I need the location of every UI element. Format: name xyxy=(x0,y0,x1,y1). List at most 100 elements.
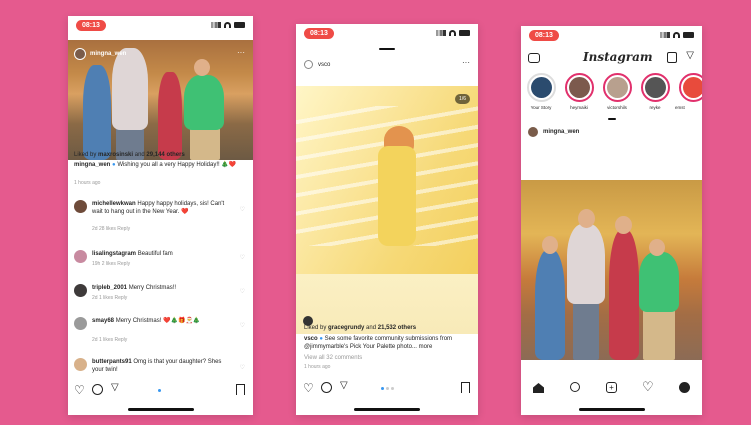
status-icons xyxy=(660,32,694,38)
story-item[interactable] xyxy=(565,73,594,102)
comment-user[interactable]: lisalingstagram xyxy=(92,251,136,257)
battery-icon xyxy=(459,30,470,36)
comment-bubble-icon[interactable] xyxy=(321,382,332,393)
like-heart-icon[interactable]: ♡ xyxy=(303,381,314,395)
search-icon[interactable] xyxy=(570,382,580,392)
post-photo[interactable]: 1/6 xyxy=(296,86,478,334)
profile-icon[interactable] xyxy=(679,382,690,393)
story-item[interactable] xyxy=(603,73,632,102)
photo-figure xyxy=(643,310,675,360)
caption-text: See some favorite community submissions … xyxy=(304,336,453,351)
likes-line: Liked by gracegrundy and 21,532 others xyxy=(304,324,416,332)
post-username[interactable]: vsco xyxy=(318,61,330,69)
liked-user[interactable]: maxrosinski xyxy=(98,152,133,158)
avatar[interactable] xyxy=(74,250,87,263)
heart-icon[interactable]: ♡ xyxy=(240,364,245,371)
caption-text: Wishing you all a very Happy Holiday!! 🎄… xyxy=(117,162,237,168)
phone-post-comments: 08:13 mingna_wen ··· Liked by maxrosinsk… xyxy=(68,16,253,415)
heart-icon[interactable]: ♡ xyxy=(240,322,245,329)
feed-divider xyxy=(607,118,616,120)
photo-figure xyxy=(184,75,224,130)
activity-heart-icon[interactable]: ♡ xyxy=(642,379,654,395)
photo-figure xyxy=(83,65,111,160)
avatar[interactable] xyxy=(74,358,87,371)
status-icons xyxy=(211,22,245,28)
photo-figure xyxy=(639,252,679,312)
status-bar: 08:13 xyxy=(521,30,702,44)
heart-icon[interactable]: ♡ xyxy=(240,254,245,261)
avatar[interactable] xyxy=(528,127,538,137)
story-avatar xyxy=(683,77,702,98)
signal-icon xyxy=(211,22,221,28)
status-icons xyxy=(436,30,470,36)
share-send-icon[interactable]: ▽ xyxy=(340,380,348,391)
post-time: 1 hours ago xyxy=(74,180,101,186)
verified-icon: ● xyxy=(112,162,116,168)
home-indicator xyxy=(354,408,420,411)
story-label: reyke xyxy=(649,105,661,110)
carousel-dots xyxy=(381,387,394,390)
story-avatar xyxy=(645,77,666,98)
story-item[interactable] xyxy=(641,73,670,102)
direct-message-icon[interactable]: ▽ xyxy=(686,50,694,61)
avatar[interactable] xyxy=(74,48,86,60)
bookmark-icon[interactable] xyxy=(461,382,470,393)
comment: michellewkwan Happy happy holidays, sis!… xyxy=(92,200,232,216)
comment-meta[interactable]: 2d 28 likes Reply xyxy=(92,226,130,233)
likes-count[interactable]: 29,144 others xyxy=(146,152,184,158)
likes-count[interactable]: 21,532 others xyxy=(378,325,416,331)
comment-meta[interactable]: 2d 1 likes Reply xyxy=(92,337,127,344)
story-label: heymaiki xyxy=(570,105,588,110)
comment-user[interactable]: smay68 xyxy=(92,318,114,324)
comment: smay68 Merry Christmas! ❤️🎄🎁🎅🎄 xyxy=(92,317,232,325)
comment-meta[interactable]: 19h 2 likes Reply xyxy=(92,261,130,268)
story-item[interactable] xyxy=(527,73,556,102)
story-item[interactable] xyxy=(679,73,702,102)
likes-and: and xyxy=(366,325,377,331)
post-username[interactable]: mingna_wen xyxy=(90,50,126,58)
status-time: 08:13 xyxy=(76,20,106,31)
carousel-dots xyxy=(158,389,161,392)
photo-figure xyxy=(112,48,148,130)
likes-and: and xyxy=(134,152,145,158)
signal-icon xyxy=(436,30,446,36)
view-all-comments[interactable]: View all 32 comments xyxy=(304,354,362,362)
story-avatar xyxy=(531,77,552,98)
photo-figure xyxy=(194,59,210,76)
signal-icon xyxy=(660,32,670,38)
heart-icon[interactable]: ♡ xyxy=(240,206,245,213)
photo-figure xyxy=(535,250,565,360)
post-photo[interactable] xyxy=(521,180,702,360)
photo-figure xyxy=(649,239,665,256)
caption-user[interactable]: mingna_wen xyxy=(74,162,110,168)
liked-user[interactable]: gracegrundy xyxy=(328,325,364,331)
comment-meta[interactable]: 2d 1 likes Reply xyxy=(92,295,127,302)
story-label: emst xyxy=(675,105,685,110)
status-bar: 08:13 xyxy=(296,28,478,42)
story-avatar xyxy=(607,77,628,98)
camera-icon[interactable] xyxy=(528,53,540,63)
bookmark-icon[interactable] xyxy=(236,384,245,395)
share-send-icon[interactable]: ▽ xyxy=(111,382,119,393)
comment-bubble-icon[interactable] xyxy=(92,384,103,395)
comment-user[interactable]: michellewkwan xyxy=(92,201,136,207)
more-options-icon[interactable]: ··· xyxy=(462,58,470,69)
story-label: victorshils xyxy=(607,105,627,110)
avatar[interactable] xyxy=(74,317,87,330)
igtv-icon[interactable] xyxy=(667,52,677,63)
post-photo[interactable]: mingna_wen ··· xyxy=(68,40,253,160)
avatar[interactable] xyxy=(74,284,87,297)
avatar[interactable] xyxy=(74,200,87,213)
post-username[interactable]: mingna_wen xyxy=(543,128,579,136)
home-icon[interactable] xyxy=(533,383,544,393)
like-heart-icon[interactable]: ♡ xyxy=(74,383,85,397)
avatar[interactable] xyxy=(304,60,313,69)
status-time: 08:13 xyxy=(529,30,559,41)
photo-figure xyxy=(542,236,558,254)
more-options-icon[interactable]: ··· xyxy=(237,48,245,59)
add-post-icon[interactable]: + xyxy=(606,382,617,393)
comment-user[interactable]: butterpants91 xyxy=(92,359,132,365)
heart-icon[interactable]: ♡ xyxy=(240,288,245,295)
comment-user[interactable]: tripleb_2001 xyxy=(92,285,127,291)
caption-user[interactable]: vsco xyxy=(304,336,318,342)
